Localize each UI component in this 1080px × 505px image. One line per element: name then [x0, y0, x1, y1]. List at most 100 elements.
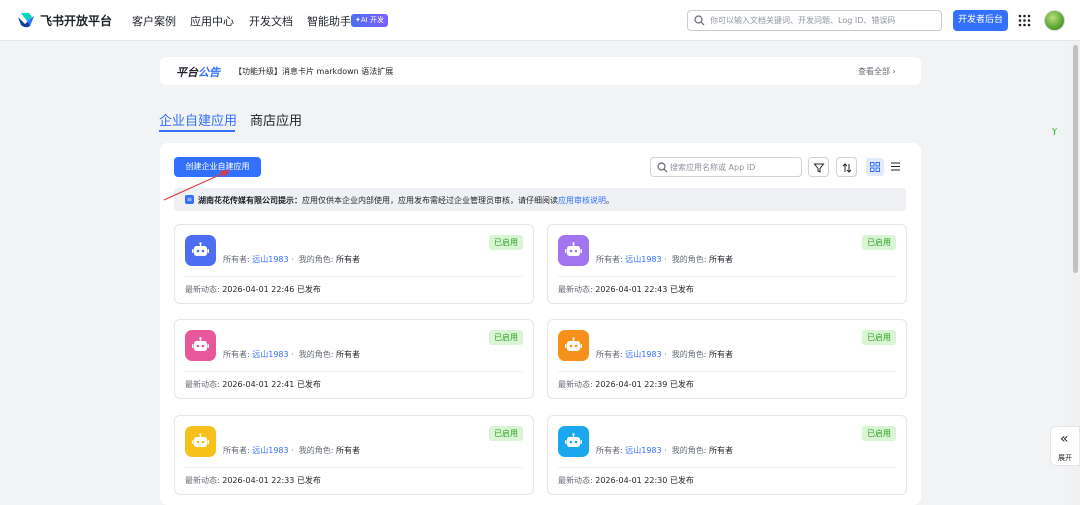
owner-label: 所有者: [223, 350, 250, 359]
separator-dot: · [288, 446, 299, 455]
owner-label: 所有者: [596, 350, 623, 359]
review-guide-link[interactable]: 应用审核说明 [558, 196, 606, 205]
role-label: 我的角色: [671, 446, 707, 455]
notice-end: 。 [606, 196, 614, 205]
separator-dot: · [661, 255, 672, 264]
app-icon [185, 235, 216, 266]
app-card[interactable]: 已启用所有者: 远山1983 · 我的角色: 所有者最新动态: 2026-04-… [174, 224, 534, 304]
side-plugin-icon[interactable]: ⲩ [1052, 125, 1057, 136]
owner-info: 所有者: 远山1983 · 我的角色: 所有者 [223, 349, 360, 360]
status-badge: 已启用 [862, 235, 896, 250]
grid-view-toggle[interactable] [866, 158, 884, 176]
card-divider [185, 276, 523, 277]
owner-info: 所有者: 远山1983 · 我的角色: 所有者 [596, 254, 733, 265]
app-icon [185, 330, 216, 361]
announcement-title-a: 平台 [176, 66, 198, 79]
latest-activity: 最新动态: 2026-04-01 22:30 已发布 [558, 475, 694, 486]
sort-icon [842, 163, 852, 173]
search-icon [657, 162, 668, 173]
developer-console-button[interactable]: 开发者后台 [953, 10, 1008, 31]
expand-panel-button[interactable]: « 展开 [1050, 426, 1080, 466]
latest-activity: 最新动态: 2026-04-01 22:46 已发布 [185, 284, 321, 295]
robot-icon [565, 337, 582, 351]
app-card[interactable]: 已启用所有者: 远山1983 · 我的角色: 所有者最新动态: 2026-04-… [174, 415, 534, 495]
owner-label: 所有者: [223, 255, 250, 264]
ai-dev-badge[interactable]: ✦AI 开发 [351, 14, 388, 27]
feishu-logo-icon[interactable] [16, 11, 36, 29]
app-search-input[interactable] [670, 160, 798, 174]
annotation-arrow [163, 170, 230, 201]
owner-info: 所有者: 远山1983 · 我的角色: 所有者 [223, 445, 360, 456]
status-badge: 已启用 [862, 426, 896, 441]
app-icon [558, 330, 589, 361]
separator-dot: · [661, 350, 672, 359]
owner-name[interactable]: 远山1983 [625, 446, 661, 455]
owner-label: 所有者: [596, 446, 623, 455]
double-chevron-left-icon: « [1060, 431, 1069, 447]
brand-name[interactable]: 飞书开放平台 [40, 12, 112, 29]
app-search[interactable] [650, 157, 802, 177]
global-search[interactable] [687, 10, 942, 31]
owner-label: 所有者: [596, 255, 623, 264]
active-tab-indicator [159, 130, 235, 132]
card-divider [185, 467, 523, 468]
latest-label: 最新动态: [185, 285, 220, 294]
nav-app-center[interactable]: 应用中心 [190, 13, 234, 29]
role-label: 我的角色: [298, 446, 334, 455]
global-search-input[interactable] [710, 13, 936, 28]
app-card[interactable]: 已启用 所有者: 远山1983 · 我的角色: 所有者 最新动态: 2026-04-… [547, 415, 907, 495]
role-value: 所有者 [336, 255, 361, 264]
owner-name[interactable]: 远山1983 [252, 350, 288, 359]
filter-button[interactable] [808, 157, 829, 177]
robot-icon [192, 242, 209, 256]
app-card[interactable]: 已启用所有者: 远山1983 · 我的角色: 所有者最新动态: 2026-04-… [547, 224, 907, 304]
owner-name[interactable]: 远山1983 [625, 255, 661, 264]
robot-icon [192, 433, 209, 447]
app-card[interactable]: 已启用所有者: 远山1983 · 我的角色: 所有者最新动态: 2026-04-… [174, 319, 534, 399]
tab-store-apps[interactable]: 商店应用 [250, 110, 302, 129]
search-icon [694, 15, 705, 26]
separator-dot: · [288, 350, 299, 359]
notice-text: 湖南花花传媒有限公司提示：应用仅供本企业内部使用，应用发布需经过企业管理员审核，… [198, 195, 614, 206]
status-badge: 已启用 [489, 426, 523, 441]
expand-label: 展开 [1058, 454, 1072, 462]
role-value: 所有者 [709, 255, 734, 264]
status-badge: 已启用 [489, 330, 523, 345]
app-icon [558, 426, 589, 457]
latest-activity: 最新动态: 2026-04-01 22:43 已发布 [558, 284, 694, 295]
owner-info: 所有者: 远山1983 · 我的角色: 所有者 [223, 254, 360, 265]
announcement-text[interactable]: 【功能升级】消息卡片 markdown 语法扩展 [234, 66, 393, 77]
status-badge: 已启用 [489, 235, 523, 250]
role-value: 所有者 [336, 350, 361, 359]
latest-value: 2026-04-01 22:46 已发布 [222, 285, 321, 294]
card-divider [558, 276, 896, 277]
role-label: 我的角色: [671, 255, 707, 264]
view-all-link[interactable]: 查看全部 › [858, 66, 896, 77]
separator-dot: · [661, 446, 672, 455]
sort-button[interactable] [836, 157, 857, 177]
app-card[interactable]: 已启用 所有者: 远山1983 · 我的角色: 所有者 最新动态: 2026-04-… [547, 319, 907, 399]
owner-label: 所有者: [223, 446, 250, 455]
card-divider [185, 371, 523, 372]
tab-enterprise-apps[interactable]: 企业自建应用 [159, 110, 237, 129]
robot-icon [565, 433, 582, 447]
owner-name[interactable]: 远山1983 [252, 255, 288, 264]
apps-grid-icon[interactable] [1018, 14, 1031, 27]
page-scrollbar-thumb[interactable] [1073, 45, 1078, 273]
user-avatar[interactable] [1044, 10, 1065, 31]
latest-label: 最新动态: [185, 380, 220, 389]
nav-ai-assistant[interactable]: 智能助手 [307, 13, 351, 29]
robot-icon [192, 337, 209, 351]
platform-announcement: 平台公告 【功能升级】消息卡片 markdown 语法扩展 查看全部 › [160, 57, 921, 85]
latest-value: 2026-04-01 22:41 已发布 [222, 380, 321, 389]
latest-label: 最新动态: [558, 476, 593, 485]
list-view-icon[interactable] [889, 160, 902, 173]
separator-dot: · [288, 255, 299, 264]
nav-customer-cases[interactable]: 客户案例 [132, 13, 176, 29]
owner-info: 所有者: 远山1983 · 我的角色: 所有者 [596, 349, 733, 360]
top-navigation-bar: 飞书开放平台 客户案例 应用中心 开发文档 智能助手 ✦AI 开发 开发者后台 [0, 0, 1080, 41]
owner-name[interactable]: 远山1983 [252, 446, 288, 455]
latest-activity: 最新动态: 2026-04-01 22:33 已发布 [185, 475, 321, 486]
owner-name[interactable]: 远山1983 [625, 350, 661, 359]
nav-dev-docs[interactable]: 开发文档 [249, 13, 293, 29]
